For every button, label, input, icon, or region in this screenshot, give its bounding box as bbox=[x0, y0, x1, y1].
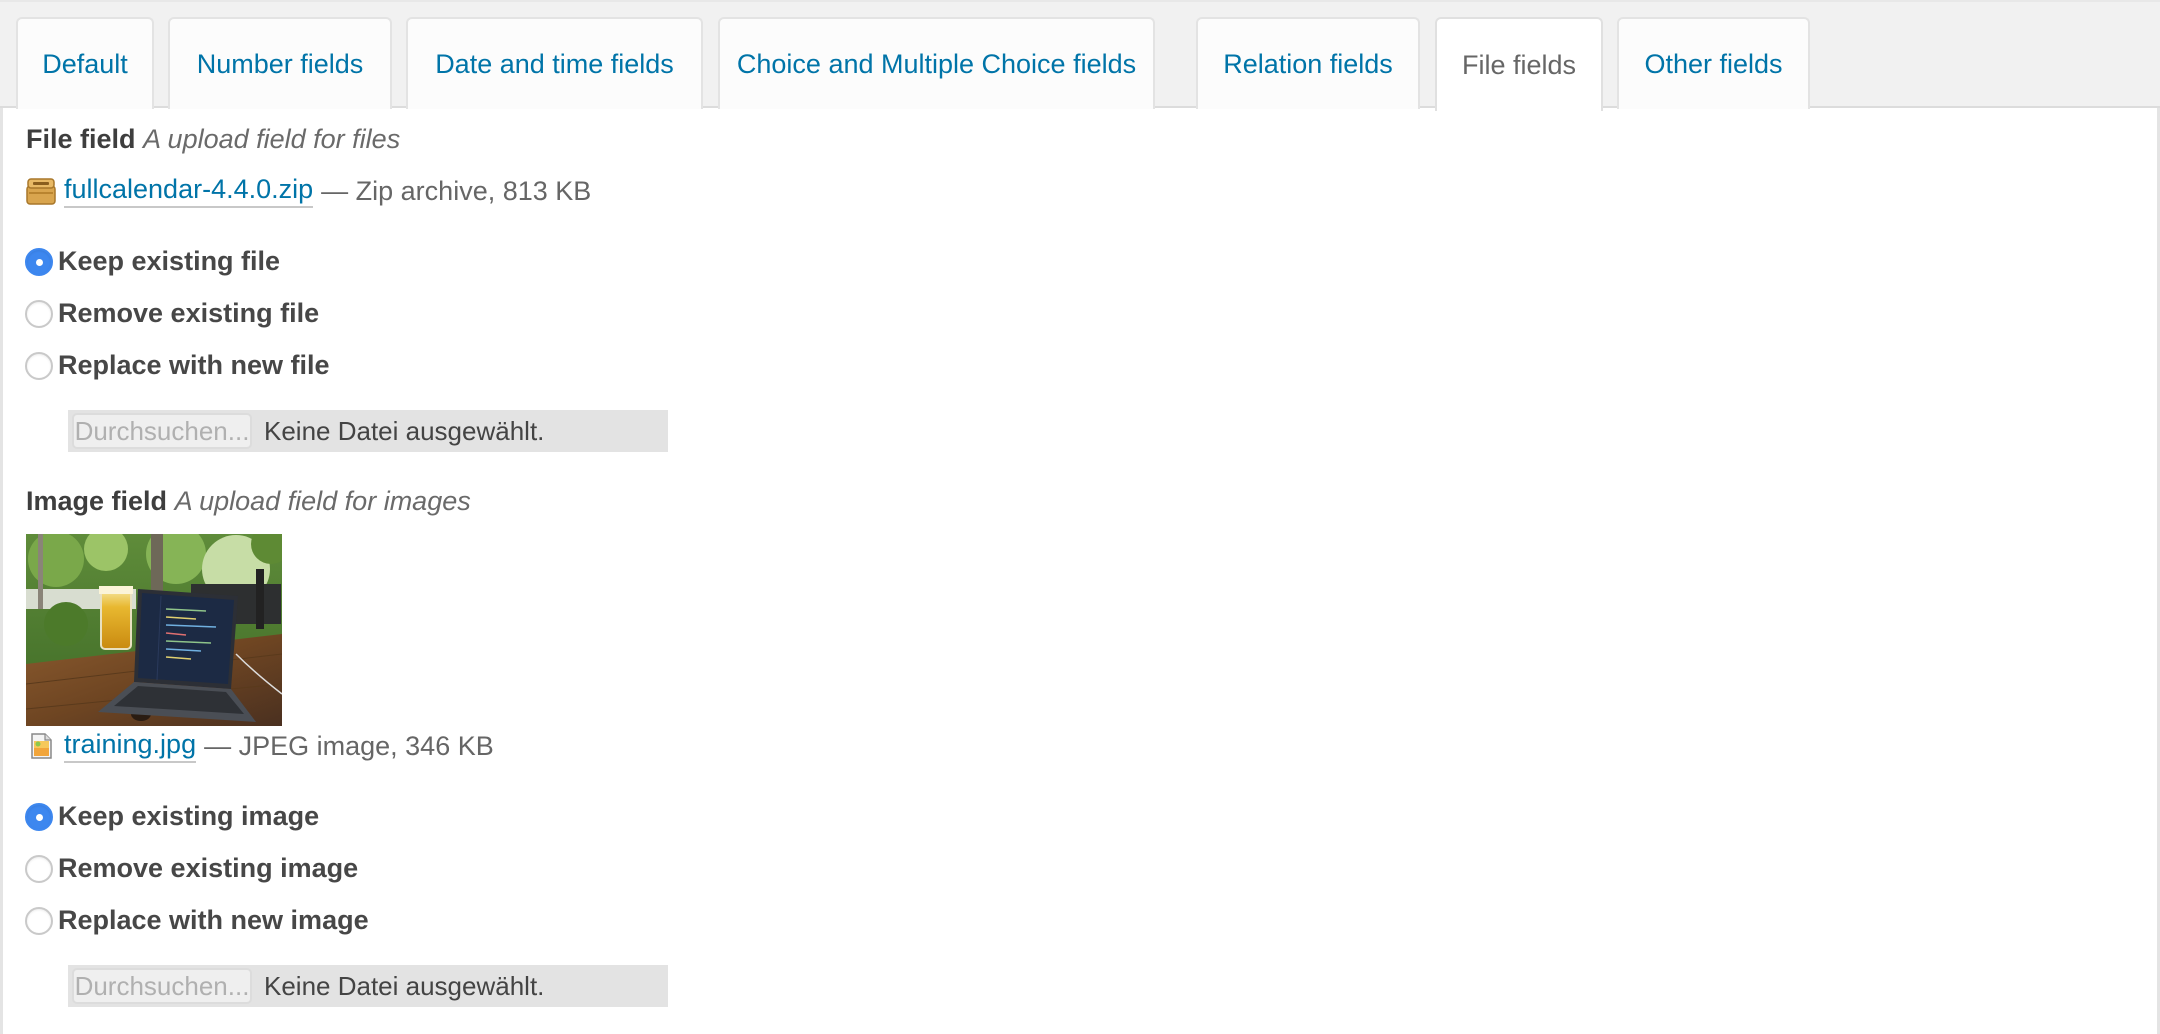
radio-remove-image-control[interactable] bbox=[25, 854, 53, 883]
radio-remove-file[interactable]: Remove existing file bbox=[25, 298, 319, 329]
image-file-icon bbox=[26, 732, 56, 760]
tab-file-fields[interactable]: File fields bbox=[1435, 17, 1603, 111]
image-upload-input[interactable]: Durchsuchen... Keine Datei ausgewählt. bbox=[68, 965, 668, 1007]
image-download-link[interactable]: training.jpg bbox=[64, 729, 197, 763]
tab-default[interactable]: Default bbox=[16, 17, 154, 109]
radio-keep-image-control[interactable] bbox=[25, 802, 53, 831]
radio-keep-file-control[interactable] bbox=[25, 247, 53, 276]
image-field-help: A upload field for images bbox=[174, 486, 471, 516]
file-upload-input[interactable]: Durchsuchen... Keine Datei ausgewählt. bbox=[68, 410, 668, 452]
radio-keep-image-label: Keep existing image bbox=[58, 801, 320, 831]
file-field-label: File field A upload field for files bbox=[26, 124, 400, 155]
image-no-selection: Keine Datei ausgewählt. bbox=[264, 970, 545, 1001]
tab-bar: Default Number fields Date and time fiel… bbox=[0, 0, 2160, 111]
radio-replace-file-label: Replace with new file bbox=[58, 350, 330, 380]
radio-replace-image-control[interactable] bbox=[25, 906, 53, 935]
tab-choice-fields[interactable]: Choice and Multiple Choice fields bbox=[718, 17, 1155, 109]
image-meta: — JPEG image, 346 KB bbox=[204, 730, 494, 761]
image-thumbnail[interactable] bbox=[26, 534, 282, 726]
image-field-label: Image field A upload field for images bbox=[26, 486, 471, 517]
radio-remove-image-label: Remove existing image bbox=[58, 853, 359, 883]
radio-remove-image[interactable]: Remove existing image bbox=[25, 853, 358, 884]
radio-replace-file[interactable]: Replace with new file bbox=[25, 350, 330, 381]
file-field-title: File field bbox=[26, 124, 136, 154]
radio-remove-file-control[interactable] bbox=[25, 299, 53, 328]
tab-number-fields[interactable]: Number fields bbox=[168, 17, 392, 109]
archive-icon bbox=[26, 177, 56, 205]
file-no-selection: Keine Datei ausgewählt. bbox=[264, 415, 545, 446]
radio-replace-file-control[interactable] bbox=[25, 351, 53, 380]
tab-date-time-fields[interactable]: Date and time fields bbox=[406, 17, 703, 109]
file-meta: — Zip archive, 813 KB bbox=[321, 175, 592, 206]
file-browse-button[interactable]: Durchsuchen... bbox=[72, 413, 252, 449]
image-field-title: Image field bbox=[26, 486, 168, 516]
file-field-current: fullcalendar-4.4.0.zip — Zip archive, 81… bbox=[26, 174, 591, 208]
radio-replace-image-label: Replace with new image bbox=[58, 905, 369, 935]
radio-keep-image[interactable]: Keep existing image bbox=[25, 801, 319, 832]
file-download-link[interactable]: fullcalendar-4.4.0.zip bbox=[64, 174, 314, 208]
radio-keep-file-label: Keep existing file bbox=[58, 246, 281, 276]
image-field-current: training.jpg — JPEG image, 346 KB bbox=[26, 729, 494, 763]
image-browse-button[interactable]: Durchsuchen... bbox=[72, 968, 252, 1004]
radio-keep-file[interactable]: Keep existing file bbox=[25, 246, 280, 277]
tab-other-fields[interactable]: Other fields bbox=[1617, 17, 1810, 109]
tab-relation-fields[interactable]: Relation fields bbox=[1196, 17, 1420, 109]
file-field-help: A upload field for files bbox=[143, 124, 401, 154]
radio-remove-file-label: Remove existing file bbox=[58, 298, 320, 328]
radio-replace-image[interactable]: Replace with new image bbox=[25, 905, 369, 936]
